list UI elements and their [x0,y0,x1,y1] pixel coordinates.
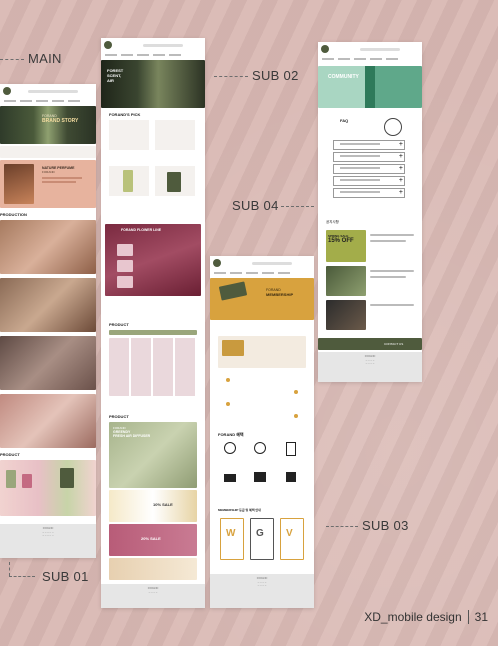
logo-icon [3,87,11,95]
sale-text-2: 20% SALE [141,536,161,541]
grade-w: W [226,528,236,539]
sub02-connector [214,76,248,77]
sale-text: 10% SALE [153,502,173,507]
main-label: MAIN [28,51,62,66]
footer-title: XD_mobile design [364,610,462,624]
sub01-connector-h [9,576,35,577]
document-icon [286,442,296,456]
grade-v: V [286,528,293,539]
production-title: PRODUCTION [0,212,27,217]
contact-label: CONTACT US [384,342,404,346]
main-footer: FORAND -- -- -- -- -- -- -- -- -- -- [0,524,96,558]
product-title: PRODUCT [109,322,129,327]
brand-subtitle: BRAND STORY [42,118,79,124]
faq-item[interactable]: + [333,188,405,198]
sub03-footer: FORAND -- -- -- -- -- -- -- -- [210,574,314,608]
product-title: PRODUCT [0,452,20,457]
production-image-4 [0,394,96,448]
sub01-label: SUB 01 [42,569,89,584]
main-header [0,84,96,98]
cake-icon [254,472,266,482]
production-image-2 [0,278,96,332]
sub04-connector [281,206,314,207]
hero-line-3: AIR [107,78,114,83]
diffuser-line-2: FRESH AIR DIFFUSER [113,434,151,438]
flower-line-title: FORAND FLOWER LINE [121,228,162,232]
logo-icon [213,259,221,267]
nature-sub: FORAND [42,170,55,174]
page-footer: XD_mobile design 31 [364,610,488,624]
main-connector [0,59,24,60]
sub04-footer: FORAND -- -- -- -- -- -- -- -- [318,352,422,382]
user-icon [224,442,236,454]
product-image [0,460,96,516]
sub01-footer: FORAND -- -- -- -- [101,584,205,608]
faq-title: FAQ [340,118,349,123]
logo-icon [104,41,112,49]
faq-item[interactable]: + [333,176,405,186]
faq-item[interactable]: + [333,140,405,150]
production-image-1 [0,220,96,274]
sub03-label: SUB 03 [362,518,409,533]
sub03-connector [326,526,358,527]
sub01-connector-v [9,562,10,576]
page-number: 31 [467,610,488,624]
faq-item[interactable]: + [333,164,405,174]
box-icon [286,472,296,482]
sub03-mockup: FORAND MEMBERSHIP FORAND 혜택 MEMBERSHIP 등… [210,256,314,608]
spring-sale-off: 15% OFF [328,238,354,244]
camera-icon [224,474,236,482]
grade-g: G [256,528,264,539]
sub01-mockup: FOREST SCENT, AIR FORAND'S PICK FORAND F… [101,38,205,608]
faq-character-icon [384,118,402,136]
logo-icon [321,45,329,53]
sub04-mockup: COMMUNITY FAQ + + + + + 공지사항 SPRING SALE… [318,42,422,382]
benefit-title: FORAND 혜택 [218,432,244,437]
product-title-2: PRODUCT [109,414,129,419]
sub02-label: SUB 02 [252,68,299,83]
brand-story-banner [0,106,96,144]
notice-title: 공지사항 [326,220,339,224]
dollar-icon [254,442,266,454]
faq-item[interactable]: + [333,152,405,162]
product-grid [109,338,197,396]
membership-subtitle: MEMBERSHIP [266,292,294,297]
pick-title: FORAND'S PICK [109,112,141,117]
community-banner [318,66,422,108]
main-mockup: FORAND BRAND STORY NATURE PERFUME FORAND… [0,84,96,558]
grade-title: MEMBERSHIP 등급 및 혜택 안내 [218,508,261,512]
sub04-label: SUB 04 [232,198,279,213]
production-image-3 [0,336,96,390]
contact-bar[interactable] [318,338,422,350]
community-title: COMMUNITY [328,74,359,80]
